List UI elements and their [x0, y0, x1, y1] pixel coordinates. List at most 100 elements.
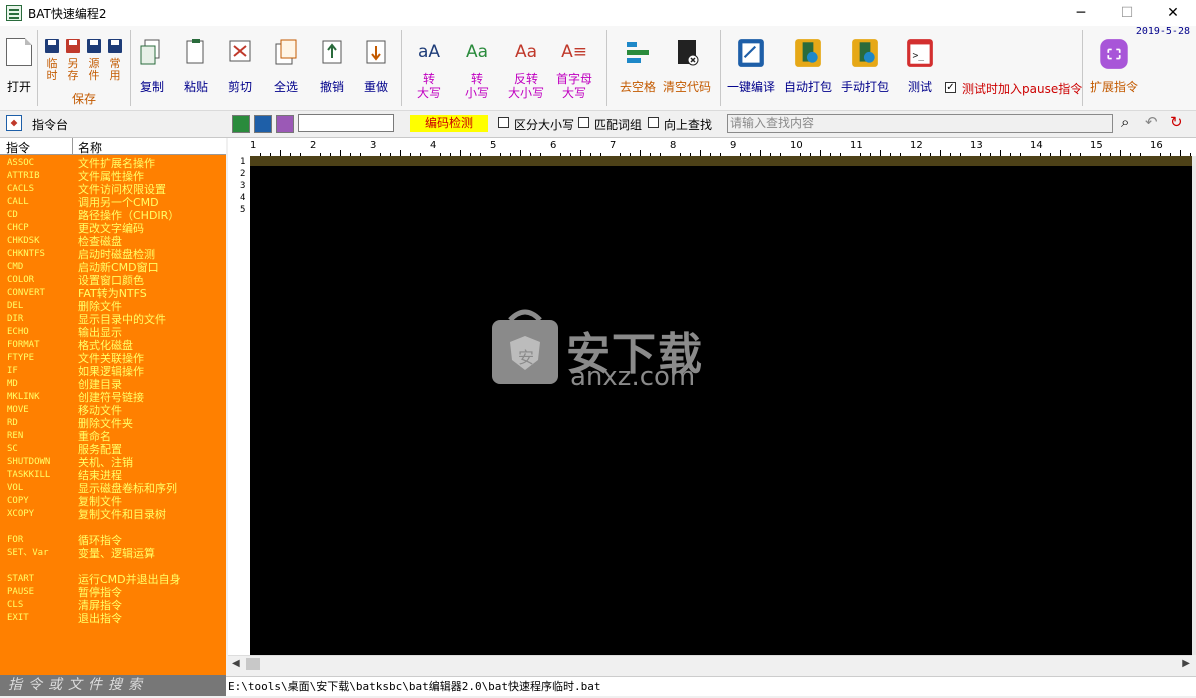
- command-row[interactable]: MD 创建目录: [0, 378, 226, 391]
- clear-code-button[interactable]: 清空代码: [660, 26, 714, 110]
- quick-input[interactable]: [298, 114, 394, 132]
- to-upper-button[interactable]: aA 转 大写: [410, 26, 448, 110]
- horizontal-scrollbar[interactable]: ◀ ▶: [228, 655, 1192, 673]
- command-row[interactable]: COPY 复制文件: [0, 495, 226, 508]
- maximize-button[interactable]: ☐: [1104, 0, 1150, 26]
- command-row[interactable]: DEL 删除文件: [0, 300, 226, 313]
- command-row[interactable]: TASKKILL 结束进程: [0, 469, 226, 482]
- command-row[interactable]: EXIT 退出指令: [0, 612, 226, 625]
- auto-pack-button[interactable]: 自动打包: [782, 26, 834, 110]
- column-name[interactable]: 名称: [78, 139, 102, 156]
- command-row[interactable]: START 运行CMD并退出自身: [0, 573, 226, 586]
- redo-label: 重做: [363, 80, 388, 94]
- scroll-right-icon[interactable]: ▶: [1182, 658, 1190, 669]
- command-description: 文件访问权限设置: [78, 183, 166, 196]
- undo-label: 撤销: [319, 80, 344, 94]
- save-source-button[interactable]: 源件: [88, 58, 100, 82]
- column-command[interactable]: 指令: [6, 139, 30, 156]
- command-row[interactable]: ATTRIB 文件属性操作: [0, 170, 226, 183]
- add-icon[interactable]: [232, 115, 250, 133]
- command-row[interactable]: CHKNTFS 启动时磁盘检测: [0, 248, 226, 261]
- line-number: 1: [240, 157, 246, 167]
- ruler-mark: 9: [730, 140, 737, 151]
- divider: [401, 30, 402, 106]
- case-sensitive-checkbox[interactable]: [498, 117, 509, 128]
- command-row[interactable]: IF 如果逻辑操作: [0, 365, 226, 378]
- command-row[interactable]: SET、Var 变量、逻辑运算: [0, 547, 226, 560]
- manual-pack-button[interactable]: 手动打包: [838, 26, 892, 110]
- command-row[interactable]: CALL 调用另一个CMD: [0, 196, 226, 209]
- command-row[interactable]: MOVE 移动文件: [0, 404, 226, 417]
- command-row[interactable]: SHUTDOWN 关机、注销: [0, 456, 226, 469]
- replace-all-icon[interactable]: ↻: [1170, 113, 1183, 131]
- command-row[interactable]: SC 服务配置: [0, 443, 226, 456]
- scroll-left-icon[interactable]: ◀: [232, 658, 240, 669]
- select-all-button[interactable]: 全选: [268, 26, 304, 110]
- command-row[interactable]: CHKDSK 检查磁盘: [0, 235, 226, 248]
- save-temp-button[interactable]: 临时: [46, 58, 58, 82]
- expand-button[interactable]: 扩展指令: [1088, 26, 1140, 110]
- invert-case-button[interactable]: Aa 反转 大小写: [504, 26, 548, 110]
- command-row[interactable]: CONVERT FAT转为NTFS: [0, 287, 226, 300]
- command-row[interactable]: CACLS 文件访问权限设置: [0, 183, 226, 196]
- open-button[interactable]: 打开: [2, 0, 36, 94]
- replace-icon[interactable]: ↶: [1145, 113, 1158, 131]
- command-row[interactable]: RD 删除文件夹: [0, 417, 226, 430]
- grid-icon[interactable]: [276, 115, 294, 133]
- compile-button[interactable]: 一键编译: [724, 26, 778, 110]
- redo-button[interactable]: 重做: [358, 26, 394, 110]
- color-icon[interactable]: [254, 115, 272, 133]
- close-button[interactable]: ✕: [1150, 0, 1196, 26]
- match-word-checkbox[interactable]: [578, 117, 589, 128]
- undo-button[interactable]: 撤销: [314, 26, 350, 110]
- cut-button[interactable]: 剪切: [222, 26, 258, 110]
- command-search-input[interactable]: 指令或文件搜索: [0, 675, 226, 696]
- vertical-scrollbar[interactable]: [1192, 156, 1196, 655]
- binoculars-icon[interactable]: ⌕: [1121, 113, 1129, 131]
- command-row[interactable]: FOR 循环指令: [0, 534, 226, 547]
- save-icons: [45, 39, 122, 53]
- paste-button[interactable]: 粘贴: [178, 26, 214, 110]
- remove-spaces-icon: [627, 42, 649, 63]
- scroll-thumb[interactable]: [246, 658, 260, 670]
- code-editor[interactable]: [250, 166, 1192, 655]
- ruler-mark: 11: [850, 140, 863, 151]
- command-row[interactable]: VOL 显示磁盘卷标和序列: [0, 482, 226, 495]
- watermark-url: anxz.com: [570, 362, 696, 392]
- copy-button[interactable]: 复制: [134, 26, 170, 110]
- test-button[interactable]: >_ 测试: [898, 26, 942, 110]
- command-row[interactable]: COLOR 设置窗口颜色: [0, 274, 226, 287]
- ruler-mark: 15: [1090, 140, 1103, 151]
- encode-detect-button[interactable]: 编码检测: [410, 115, 488, 132]
- paste-icon: [186, 39, 204, 64]
- command-row[interactable]: CD 路径操作（CHDIR）: [0, 209, 226, 222]
- to-lower-button[interactable]: Aa 转 小写: [458, 26, 496, 110]
- command-row[interactable]: ECHO 输出显示: [0, 326, 226, 339]
- search-up-checkbox[interactable]: [648, 117, 659, 128]
- pause-checkbox[interactable]: ✓: [945, 82, 956, 93]
- command-row[interactable]: XCOPY 复制文件和目录树: [0, 508, 226, 521]
- ruler-mark: 14: [1030, 140, 1043, 151]
- save-common-button[interactable]: 常用: [109, 58, 121, 82]
- command-row[interactable]: CLS 清屏指令: [0, 599, 226, 612]
- command-row[interactable]: PAUSE 暂停指令: [0, 586, 226, 599]
- command-row[interactable]: CMD 启动新CMD窗口: [0, 261, 226, 274]
- command-description: 设置窗口颜色: [78, 274, 144, 287]
- file-path: E:\tools\桌面\安下载\batksbc\bat编辑器2.0\bat快速程…: [226, 676, 1196, 696]
- find-input[interactable]: 请输入查找内容: [727, 114, 1113, 133]
- save-group-label: 保存: [72, 92, 97, 106]
- remove-spaces-button[interactable]: 去空格: [616, 26, 660, 110]
- command-row[interactable]: DIR 显示目录中的文件: [0, 313, 226, 326]
- command-row[interactable]: CHCP 更改文字编码: [0, 222, 226, 235]
- command-row[interactable]: REN 重命名: [0, 430, 226, 443]
- command-row[interactable]: ASSOC 文件扩展名操作: [0, 157, 226, 170]
- command-row[interactable]: MKLINK 创建符号链接: [0, 391, 226, 404]
- command-description: 删除文件夹: [78, 417, 133, 430]
- save-as-button[interactable]: 另存: [67, 58, 79, 82]
- command-row[interactable]: FORMAT 格式化磁盘: [0, 339, 226, 352]
- minimize-button[interactable]: ─: [1058, 0, 1104, 26]
- terminal-icon: >_: [907, 39, 933, 67]
- capitalize-button[interactable]: A≡ 首字母 大写: [554, 26, 594, 110]
- command-row[interactable]: FTYPE 文件关联操作: [0, 352, 226, 365]
- command-description: 移动文件: [78, 404, 122, 417]
